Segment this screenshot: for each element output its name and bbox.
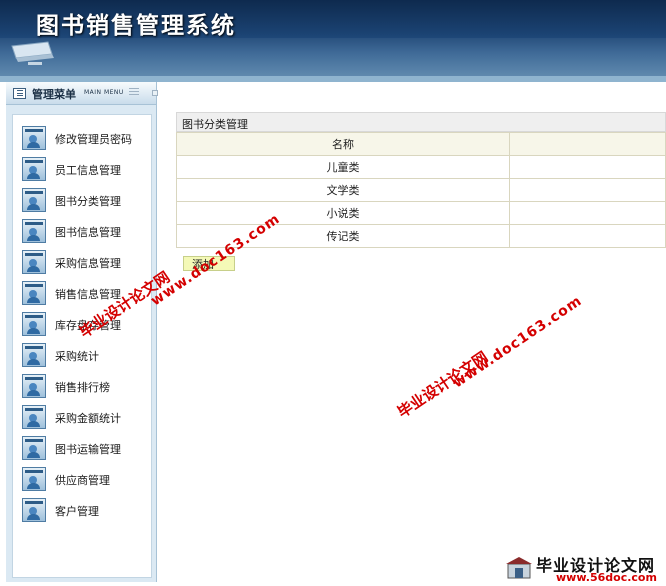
logo-url: www.56doc.com (556, 571, 657, 584)
sidebar-item-book-shipping[interactable]: 图书运输管理 (22, 435, 150, 461)
table-cell-action (509, 224, 666, 248)
sidebar-item-label: 采购金额统计 (55, 412, 121, 425)
app-title: 图书销售管理系统 (36, 13, 236, 39)
table-header-row: 名称 (176, 132, 666, 156)
header-shine (0, 38, 666, 76)
table-row[interactable]: 儿童类 (176, 155, 666, 179)
sidebar-item-staff[interactable]: 员工信息管理 (22, 156, 150, 182)
column-header-name: 名称 (176, 132, 510, 156)
table-row[interactable]: 文学类 (176, 178, 666, 202)
table-cell-action (509, 178, 666, 202)
logo-mark-icon (506, 557, 532, 579)
sidebar-item-supplier[interactable]: 供应商管理 (22, 466, 150, 492)
sidebar-item-book-info[interactable]: 图书信息管理 (22, 218, 150, 244)
menu-title: 管理菜单 (32, 88, 76, 101)
user-icon (22, 467, 46, 491)
sidebar-item-label: 员工信息管理 (55, 164, 121, 177)
menu-list-icon (13, 88, 26, 99)
user-icon (22, 188, 46, 212)
monitor-icon (11, 41, 54, 65)
column-header-action (509, 132, 666, 156)
sidebar-item-label: 图书运输管理 (55, 443, 121, 456)
table-cell-name: 儿童类 (176, 155, 510, 179)
user-icon (22, 126, 46, 150)
main-content: 图书分类管理 名称 儿童类 文学类 小说类 传记类 添加 (166, 102, 666, 586)
user-icon (22, 312, 46, 336)
sidebar-item-label: 客户管理 (55, 505, 99, 518)
sidebar-item-sales-ranking[interactable]: 销售排行榜 (22, 373, 150, 399)
sidebar-item-label: 修改管理员密码 (55, 133, 132, 146)
sidebar-item-book-category[interactable]: 图书分类管理 (22, 187, 150, 213)
menu-header: 管理菜单 MAIN MENU (6, 82, 158, 105)
sidebar-item-purchase-amount[interactable]: 采购金额统计 (22, 404, 150, 430)
sidebar-item-label: 图书信息管理 (55, 226, 121, 239)
table-cell-action (509, 155, 666, 179)
user-icon (22, 498, 46, 522)
sidebar-item-purchase-info[interactable]: 采购信息管理 (22, 249, 150, 275)
sidebar-item-label: 采购统计 (55, 350, 99, 363)
user-icon (22, 405, 46, 429)
table-cell-action (509, 201, 666, 225)
user-icon (22, 436, 46, 460)
user-icon (22, 219, 46, 243)
table-cell-name: 文学类 (176, 178, 510, 202)
table-row[interactable]: 小说类 (176, 201, 666, 225)
user-icon (22, 343, 46, 367)
sidebar-item-customer[interactable]: 客户管理 (22, 497, 150, 523)
table-cell-name: 小说类 (176, 201, 510, 225)
panel-title-bar: 图书分类管理 (176, 112, 666, 132)
user-icon (22, 374, 46, 398)
user-icon (22, 250, 46, 274)
sidebar-item-label: 采购信息管理 (55, 257, 121, 270)
sidebar-item-label: 供应商管理 (55, 474, 110, 487)
menu-dot-icon (152, 90, 158, 96)
sidebar-item-label: 图书分类管理 (55, 195, 121, 208)
sidebar-item-change-password[interactable]: 修改管理员密码 (22, 125, 150, 151)
app-header: 图书销售管理系统 (0, 0, 666, 76)
user-icon (22, 157, 46, 181)
menu-subtitle: MAIN MENU (84, 89, 124, 96)
sidebar-item-purchase-stats[interactable]: 采购统计 (22, 342, 150, 368)
menu-lines-icon (129, 88, 139, 97)
panel-title: 图书分类管理 (182, 118, 248, 131)
sidebar-item-label: 销售排行榜 (55, 381, 110, 394)
menu-panel: 修改管理员密码 员工信息管理 图书分类管理 图书信息管理 采购信息管理 销售信息… (12, 114, 152, 578)
user-icon (22, 281, 46, 305)
site-logo: 毕业设计论文网 www.56doc.com (504, 552, 664, 584)
